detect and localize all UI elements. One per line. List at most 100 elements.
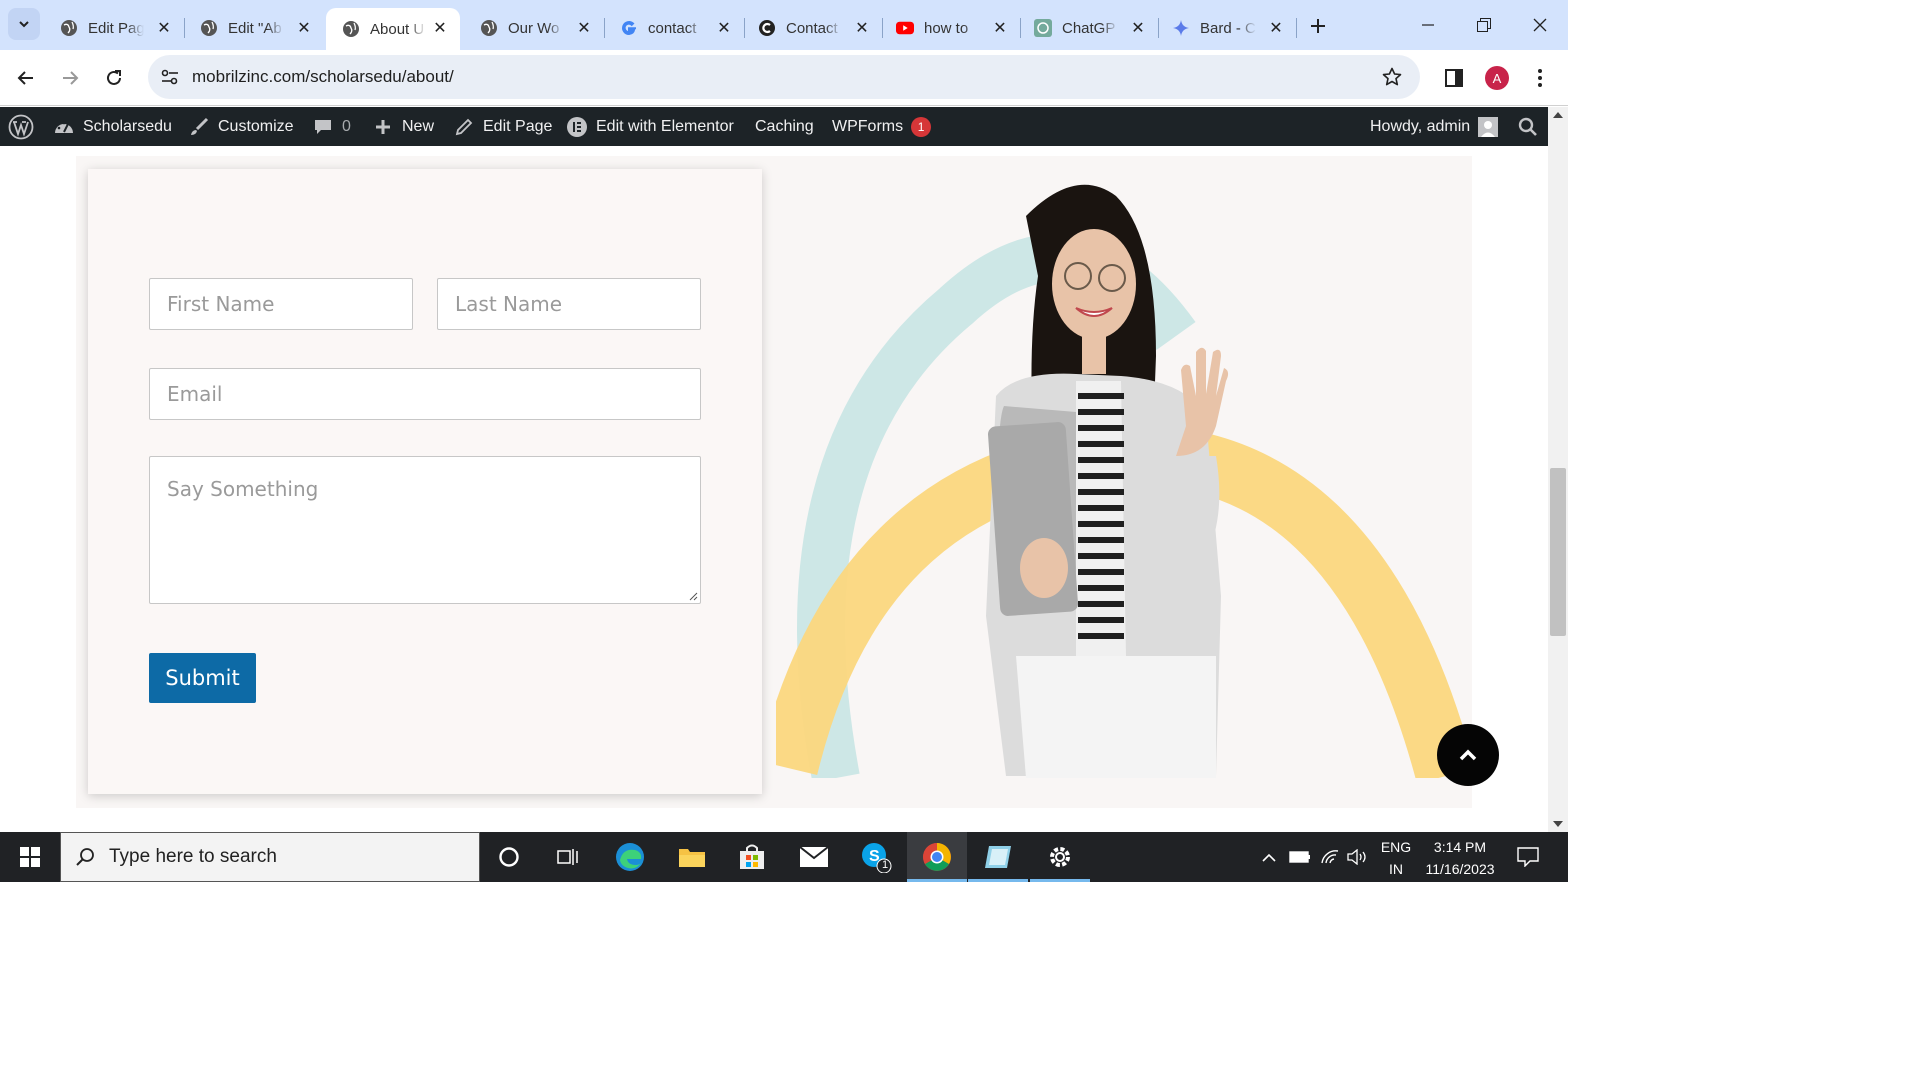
clock-date: 11/16/2023 xyxy=(1425,861,1495,877)
wp-search[interactable] xyxy=(1518,107,1538,146)
chrome-taskbar-button[interactable] xyxy=(907,832,967,882)
comment-bubble-icon xyxy=(312,116,334,138)
task-view-button[interactable] xyxy=(538,832,598,882)
new-tab-button[interactable] xyxy=(1304,12,1332,40)
bard-icon xyxy=(1172,19,1190,37)
start-button[interactable] xyxy=(0,832,60,882)
wp-new[interactable]: New xyxy=(372,107,434,146)
taskbar-search-placeholder: Type here to search xyxy=(109,846,277,867)
profile-button[interactable]: A xyxy=(1481,62,1513,94)
resize-handle-icon[interactable] xyxy=(688,591,698,601)
battery-button[interactable] xyxy=(1286,832,1314,882)
task-view-icon xyxy=(557,849,578,865)
reload-icon xyxy=(107,70,121,85)
wp-wpforms[interactable]: WPForms 1 xyxy=(832,107,932,146)
wp-logo-button[interactable] xyxy=(8,107,34,146)
reload-button[interactable] xyxy=(98,62,130,94)
tab-chatgpt[interactable]: ChatGP ✕ xyxy=(1018,8,1159,48)
first-name-field[interactable]: First Name xyxy=(149,278,413,330)
folder-icon xyxy=(679,849,705,867)
volume-icon xyxy=(1347,849,1366,865)
chatgpt-icon xyxy=(1034,19,1052,37)
tab-google-contact[interactable]: contact ✕ xyxy=(604,8,745,48)
side-panel-button[interactable] xyxy=(1438,62,1470,94)
app-taskbar-button[interactable] xyxy=(968,832,1028,882)
address-bar[interactable]: mobrilzinc.com/scholarsedu/about/ xyxy=(148,55,1420,99)
clock[interactable]: 3:14 PM 11/16/2023 xyxy=(1418,839,1502,877)
tab-separator xyxy=(1296,18,1297,38)
close-icon[interactable]: ✕ xyxy=(1266,18,1286,38)
close-icon[interactable]: ✕ xyxy=(294,18,314,38)
settings-taskbar-button[interactable] xyxy=(1030,832,1090,882)
tab-edit-page[interactable]: Edit Pag ✕ xyxy=(44,8,185,48)
scroll-down-arrow-icon[interactable] xyxy=(1553,820,1563,828)
plus-icon xyxy=(1311,19,1325,33)
tray-overflow-button[interactable] xyxy=(1256,832,1282,882)
tab-title: Contact xyxy=(786,19,838,37)
store-taskbar-button[interactable] xyxy=(722,832,782,882)
close-icon xyxy=(1533,18,1547,32)
arrow-left-icon xyxy=(17,71,33,85)
language-code: ENG xyxy=(1380,839,1412,855)
tab-search-button[interactable] xyxy=(8,8,40,40)
wp-edit-elementor[interactable]: Edit with Elementor xyxy=(566,107,734,146)
wp-customize[interactable]: Customize xyxy=(188,107,294,146)
close-icon[interactable]: ✕ xyxy=(430,18,450,38)
scroll-up-arrow-icon[interactable] xyxy=(1553,111,1563,119)
chevron-up-icon xyxy=(1459,749,1477,761)
message-textarea[interactable]: Say Something xyxy=(149,456,701,604)
skype-taskbar-button[interactable]: S 1 xyxy=(846,832,906,882)
chevron-down-icon xyxy=(19,21,29,28)
wp-comments[interactable]: 0 xyxy=(312,107,351,146)
close-icon[interactable]: ✕ xyxy=(990,18,1010,38)
site-info-icon[interactable] xyxy=(160,67,180,87)
tab-bard[interactable]: Bard - C ✕ xyxy=(1156,8,1297,48)
tab-edit-about[interactable]: Edit "Ab ✕ xyxy=(184,8,324,48)
menu-button[interactable] xyxy=(1524,62,1556,94)
region-code: IN xyxy=(1389,861,1403,877)
forward-button[interactable] xyxy=(54,62,86,94)
minimize-button[interactable] xyxy=(1400,10,1456,40)
close-icon[interactable]: ✕ xyxy=(852,18,872,38)
url-text[interactable]: mobrilzinc.com/scholarsedu/about/ xyxy=(192,67,454,87)
wp-edit-page[interactable]: Edit Page xyxy=(453,107,552,146)
notifications-button[interactable] xyxy=(1508,832,1548,882)
taskbar-search-box[interactable]: Type here to search xyxy=(60,832,480,882)
restore-button[interactable] xyxy=(1456,10,1512,40)
close-icon[interactable]: ✕ xyxy=(154,18,174,38)
scroll-to-top-button[interactable] xyxy=(1437,724,1499,786)
file-explorer-taskbar-button[interactable] xyxy=(662,832,722,882)
chevron-up-icon xyxy=(1262,853,1276,862)
tab-youtube[interactable]: how to ✕ xyxy=(880,8,1021,48)
minimize-icon xyxy=(1422,24,1434,26)
mail-taskbar-button[interactable] xyxy=(784,832,844,882)
close-window-button[interactable] xyxy=(1512,10,1568,40)
elementor-icon xyxy=(566,116,588,138)
edge-taskbar-button[interactable] xyxy=(600,832,660,882)
dashboard-icon xyxy=(53,116,75,138)
language-indicator[interactable]: ENG IN xyxy=(1376,839,1416,877)
last-name-field[interactable]: Last Name xyxy=(437,278,701,330)
arrow-right-icon xyxy=(63,71,79,85)
wp-site-name[interactable]: Scholarsedu xyxy=(53,107,172,146)
email-field[interactable]: Email xyxy=(149,368,701,420)
bookmark-star-icon[interactable] xyxy=(1380,65,1404,89)
scrollbar-thumb[interactable] xyxy=(1550,468,1566,636)
tab-about-us[interactable]: About U ✕ xyxy=(326,8,460,50)
tab-contact[interactable]: Contact ✕ xyxy=(742,8,883,48)
cortana-button[interactable] xyxy=(479,832,539,882)
close-icon[interactable]: ✕ xyxy=(714,18,734,38)
wp-my-account[interactable]: Howdy, admin xyxy=(1370,107,1499,146)
back-button[interactable] xyxy=(10,62,42,94)
close-icon[interactable]: ✕ xyxy=(574,18,594,38)
tab-our-work[interactable]: Our Wo ✕ xyxy=(464,8,605,48)
tab-title: Edit Pag xyxy=(88,19,144,37)
search-icon xyxy=(76,848,94,866)
wifi-button[interactable] xyxy=(1316,832,1344,882)
wp-caching[interactable]: Caching xyxy=(755,107,814,146)
browser-toolbar: mobrilzinc.com/scholarsedu/about/ A xyxy=(0,50,1568,106)
close-icon[interactable]: ✕ xyxy=(1128,18,1148,38)
gear-icon xyxy=(1050,847,1070,867)
volume-button[interactable] xyxy=(1344,832,1372,882)
submit-button[interactable]: Submit xyxy=(149,653,256,703)
